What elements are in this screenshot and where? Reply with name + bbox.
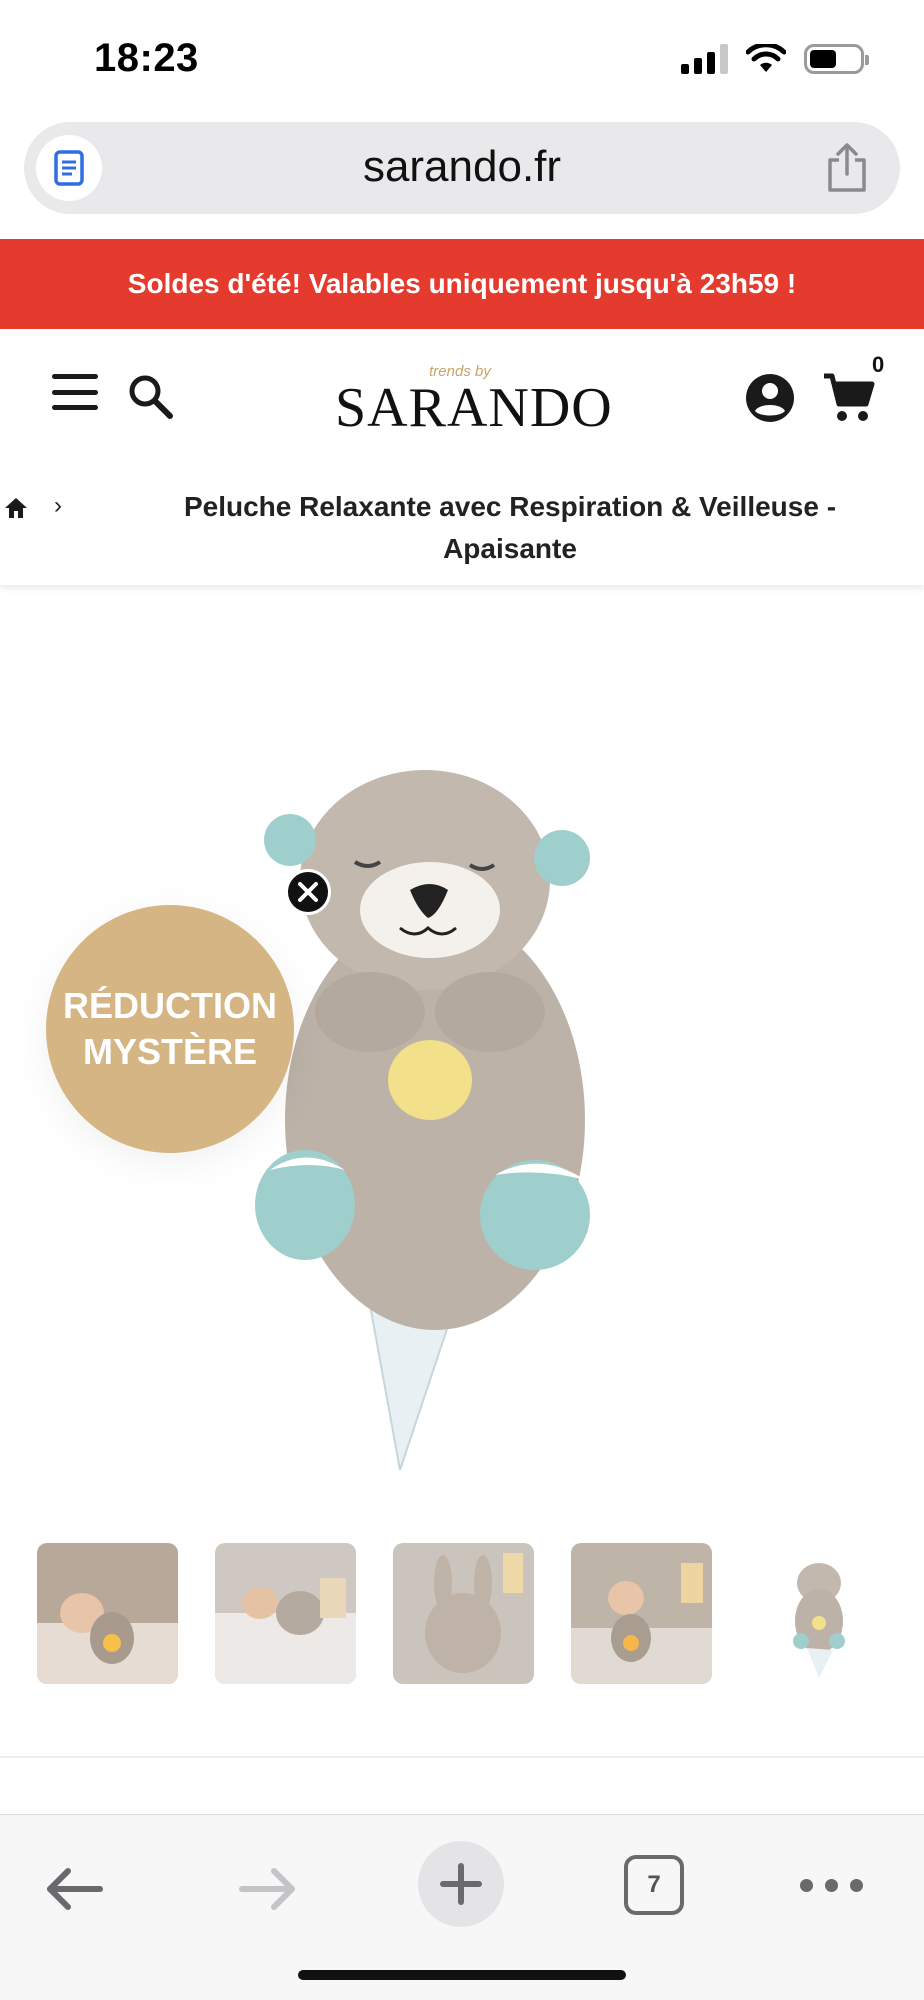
promo-banner[interactable]: Soldes d'été! Valables uniquement jusqu'… <box>0 239 924 329</box>
mystery-discount-badge[interactable]: RÉDUCTION MYSTÈRE <box>46 905 294 1153</box>
product-gallery[interactable]: RÉDUCTION MYSTÈRE <box>0 600 924 1500</box>
more-icon <box>800 1879 813 1892</box>
logo-name: SARANDO <box>335 377 613 439</box>
thumbnail-1[interactable] <box>37 1543 178 1684</box>
section-divider <box>0 1756 924 1758</box>
more-button[interactable] <box>800 1879 863 1892</box>
forward-button[interactable] <box>238 1865 298 1913</box>
search-icon <box>129 375 173 419</box>
menu-icon <box>52 374 98 379</box>
close-icon <box>298 882 318 902</box>
battery-icon <box>804 44 869 74</box>
forward-arrow-icon <box>239 1868 295 1910</box>
address-bar[interactable]: sarando.fr <box>24 122 900 214</box>
cart-button[interactable] <box>822 372 876 424</box>
search-button[interactable] <box>126 372 174 420</box>
promo-text: Soldes d'été! Valables uniquement jusqu'… <box>127 268 797 299</box>
home-icon <box>5 498 27 518</box>
account-button[interactable] <box>744 372 796 424</box>
site-header: trends by SARANDO 0 <box>0 330 924 460</box>
share-icon <box>828 143 866 192</box>
menu-button[interactable] <box>52 374 98 410</box>
new-tab-button[interactable] <box>418 1841 504 1927</box>
share-button[interactable] <box>822 142 872 194</box>
url-text[interactable]: sarando.fr <box>24 142 900 192</box>
thumbnail-3[interactable] <box>393 1543 534 1684</box>
badge-line-1: RÉDUCTION <box>63 985 277 1026</box>
thumbnail-2[interactable] <box>215 1543 356 1684</box>
back-arrow-icon <box>47 1868 103 1910</box>
cart-count: 0 <box>872 352 885 377</box>
home-indicator <box>298 1970 626 1980</box>
wifi-icon <box>746 44 786 72</box>
cart-icon <box>824 373 875 421</box>
thumbnail-4[interactable] <box>571 1543 712 1684</box>
tabs-button[interactable]: 7 <box>624 1855 684 1915</box>
breadcrumb: › Peluche Relaxante avec Respiration & V… <box>0 460 924 585</box>
status-bar: 18:23 <box>0 0 924 118</box>
status-time: 18:23 <box>94 36 199 80</box>
thumbnail-strip <box>37 1543 897 1685</box>
site-logo[interactable]: trends by SARANDO <box>335 364 613 444</box>
status-icons <box>681 44 869 74</box>
thumbnail-5[interactable] <box>749 1543 890 1684</box>
plus-icon <box>440 1863 482 1905</box>
back-button[interactable] <box>44 1865 104 1913</box>
close-badge-button[interactable] <box>285 869 331 915</box>
product-image[interactable] <box>250 750 630 1470</box>
breadcrumb-separator: › <box>54 492 62 519</box>
account-icon <box>746 374 794 422</box>
badge-line-2: MYSTÈRE <box>82 1031 258 1072</box>
breadcrumb-current: Peluche Relaxante avec Respiration & Vei… <box>183 491 837 564</box>
tabs-icon: 7 <box>647 1871 661 1898</box>
cellular-signal-icon <box>681 44 728 74</box>
breadcrumb-home-link[interactable] <box>4 496 28 520</box>
